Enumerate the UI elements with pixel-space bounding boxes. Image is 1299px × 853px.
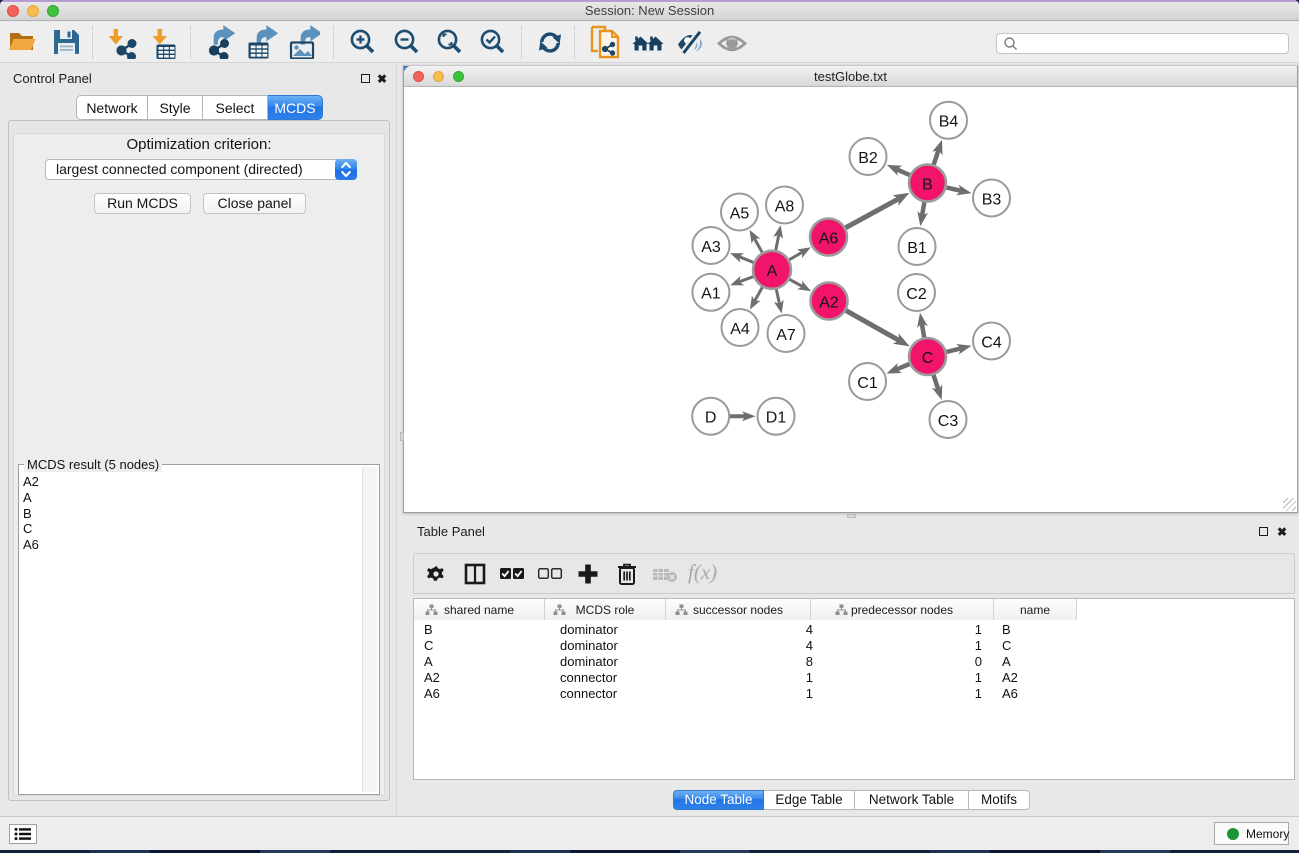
svg-text:B2: B2 — [858, 150, 878, 167]
svg-text:A8: A8 — [775, 198, 795, 215]
svg-text:A6: A6 — [819, 230, 839, 247]
svg-text:B1: B1 — [907, 240, 927, 257]
svg-text:A: A — [767, 263, 778, 280]
svg-text:A2: A2 — [819, 294, 839, 311]
svg-text:A4: A4 — [730, 321, 750, 338]
svg-text:C4: C4 — [981, 334, 1002, 351]
svg-text:B4: B4 — [939, 114, 959, 131]
svg-text:D1: D1 — [766, 410, 787, 427]
svg-text:A7: A7 — [776, 327, 796, 344]
svg-text:B3: B3 — [982, 191, 1002, 208]
svg-text:C2: C2 — [906, 286, 927, 303]
svg-text:B: B — [922, 176, 933, 193]
svg-text:C: C — [922, 350, 934, 367]
svg-text:C1: C1 — [857, 375, 878, 392]
svg-text:A1: A1 — [701, 286, 721, 303]
svg-text:A3: A3 — [701, 239, 721, 256]
svg-text:A5: A5 — [730, 205, 750, 222]
svg-text:C3: C3 — [938, 413, 959, 430]
svg-text:D: D — [705, 410, 717, 427]
